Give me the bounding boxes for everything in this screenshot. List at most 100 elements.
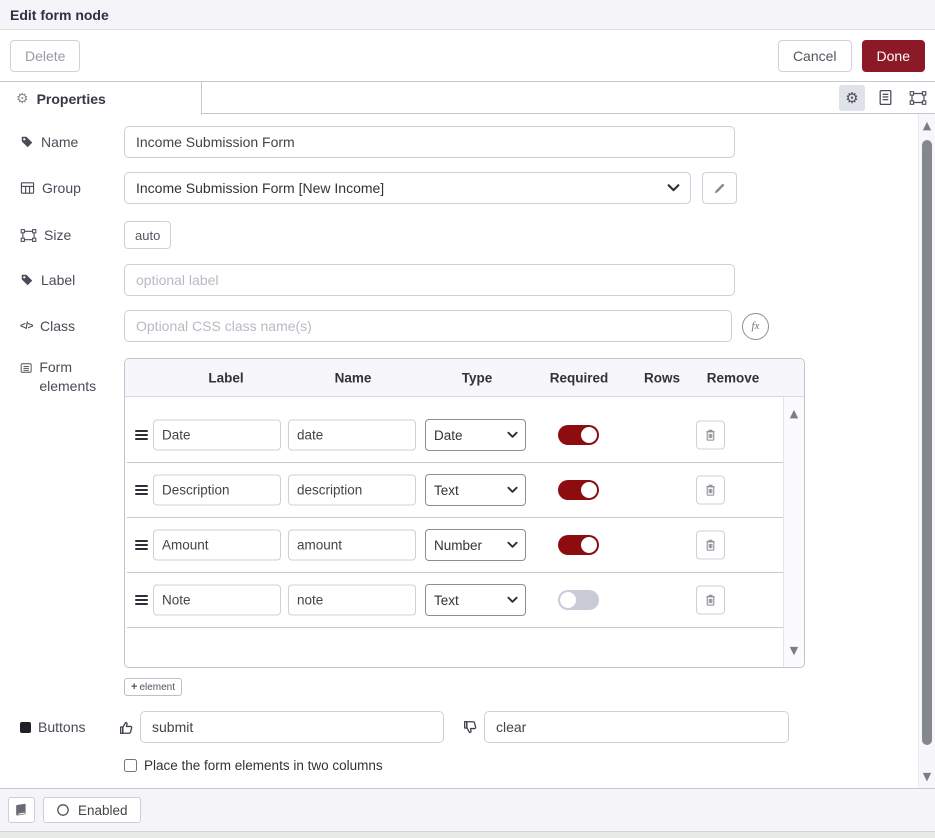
group-select[interactable]: Income Submission Form [New Income]	[124, 172, 691, 204]
submit-button-label-input[interactable]	[140, 711, 444, 743]
plus-icon: +	[131, 681, 137, 693]
element-name-input[interactable]	[288, 420, 416, 451]
tag-icon	[20, 273, 34, 287]
buttons-row: Buttons	[20, 711, 789, 743]
description-tab-button[interactable]	[872, 85, 898, 111]
action-bar: Delete Cancel Done	[0, 30, 935, 82]
col-header-type: Type	[462, 370, 493, 385]
remove-row-button[interactable]	[696, 476, 725, 505]
element-type-select[interactable]: Date	[425, 419, 526, 451]
trash-icon	[703, 428, 718, 443]
tab-properties[interactable]: ⚙ Properties	[0, 82, 202, 115]
env-var-button[interactable]: fx	[742, 313, 769, 340]
toggle-knob	[581, 427, 597, 443]
book-icon	[14, 803, 29, 817]
col-header-remove: Remove	[707, 370, 760, 385]
element-type-select[interactable]: Number	[425, 529, 526, 561]
document-icon	[877, 89, 894, 106]
scroll-down-icon[interactable]: ▼	[923, 771, 931, 782]
thumbs-up-icon	[118, 719, 135, 736]
scroll-down-icon[interactable]: ▼	[790, 645, 798, 656]
thumbs-down-icon	[462, 719, 479, 736]
class-label: </> Class	[20, 318, 124, 334]
edit-group-button[interactable]	[702, 172, 737, 204]
node-help-button[interactable]	[8, 797, 35, 823]
toggle-knob	[581, 482, 597, 498]
two-columns-checkbox[interactable]	[124, 759, 137, 772]
list-icon	[20, 361, 32, 375]
form-elements-label: Form elements	[20, 358, 116, 396]
required-toggle[interactable]	[558, 480, 599, 500]
element-type-select[interactable]: Text	[425, 474, 526, 506]
dialog-title: Edit form node	[10, 7, 109, 23]
toggle-knob	[581, 537, 597, 553]
name-input[interactable]	[124, 126, 735, 158]
trash-icon	[703, 483, 718, 498]
appearance-tab-button[interactable]	[905, 85, 931, 111]
edit-form-node-dialog: Edit form node Delete Cancel Done ⚙ Prop…	[0, 0, 935, 838]
col-header-required: Required	[550, 370, 609, 385]
scroll-up-icon[interactable]: ▲	[790, 408, 798, 419]
dialog-header: Edit form node	[0, 0, 935, 30]
scrollbar-thumb[interactable]	[922, 140, 932, 745]
gear-icon: ⚙	[845, 89, 858, 107]
form-elements-table: Label Name Type Required Rows Remove Dat…	[124, 358, 805, 668]
element-label-input[interactable]	[153, 475, 281, 506]
drag-handle-icon[interactable]	[135, 485, 148, 495]
label-row: Label	[20, 264, 735, 296]
size-label: Size	[20, 227, 124, 243]
label-label: Label	[20, 272, 124, 288]
delete-button[interactable]: Delete	[10, 40, 80, 72]
class-input[interactable]	[124, 310, 732, 342]
remove-row-button[interactable]	[696, 531, 725, 560]
required-toggle[interactable]	[558, 425, 599, 445]
drag-handle-icon[interactable]	[135, 540, 148, 550]
table-icon	[20, 181, 35, 195]
required-toggle[interactable]	[558, 535, 599, 555]
element-label-input[interactable]	[153, 420, 281, 451]
bottom-edge-strip	[0, 831, 935, 838]
element-name-input[interactable]	[288, 475, 416, 506]
trash-icon	[703, 538, 718, 553]
gear-icon: ⚙	[16, 90, 29, 107]
drag-handle-icon[interactable]	[135, 430, 148, 440]
table-scrollbar[interactable]: ▲ ▼	[783, 397, 804, 667]
label-input[interactable]	[124, 264, 735, 296]
scroll-up-icon[interactable]: ▲	[923, 120, 931, 131]
required-toggle[interactable]	[558, 590, 599, 610]
trash-icon	[703, 593, 718, 608]
add-element-button[interactable]: +element	[124, 678, 182, 696]
tag-icon	[20, 135, 34, 149]
remove-row-button[interactable]	[696, 421, 725, 450]
element-name-input[interactable]	[288, 585, 416, 616]
node-enabled-button[interactable]: Enabled	[43, 797, 141, 823]
col-header-name: Name	[335, 370, 372, 385]
col-header-label: Label	[208, 370, 243, 385]
clear-button-label-input[interactable]	[484, 711, 789, 743]
name-label: Name	[20, 134, 124, 150]
element-label-input[interactable]	[153, 530, 281, 561]
remove-row-button[interactable]	[696, 586, 725, 615]
drag-handle-icon[interactable]	[135, 595, 148, 605]
element-type-wrap: Number	[425, 529, 526, 561]
size-auto-button[interactable]: auto	[124, 221, 171, 249]
square-icon	[20, 722, 31, 733]
class-row: </> Class fx	[20, 310, 769, 342]
cancel-button[interactable]: Cancel	[778, 40, 852, 72]
size-frame-icon	[20, 228, 37, 243]
element-name-input[interactable]	[288, 530, 416, 561]
col-header-rows: Rows	[644, 370, 680, 385]
tab-icon-buttons: ⚙	[839, 82, 935, 113]
group-select-wrap: Income Submission Form [New Income]	[124, 172, 691, 204]
done-button[interactable]: Done	[862, 40, 925, 72]
size-row: Size auto	[20, 219, 171, 251]
pencil-icon	[712, 181, 727, 196]
toggle-knob	[560, 592, 576, 608]
table-row: Number	[127, 518, 783, 573]
element-label-input[interactable]	[153, 585, 281, 616]
properties-tab-button[interactable]: ⚙	[839, 85, 865, 111]
table-row: Text	[127, 463, 783, 518]
main-scrollbar[interactable]: ▲ ▼	[918, 114, 935, 788]
element-type-select[interactable]: Text	[425, 584, 526, 616]
table-row: Date	[127, 408, 783, 463]
